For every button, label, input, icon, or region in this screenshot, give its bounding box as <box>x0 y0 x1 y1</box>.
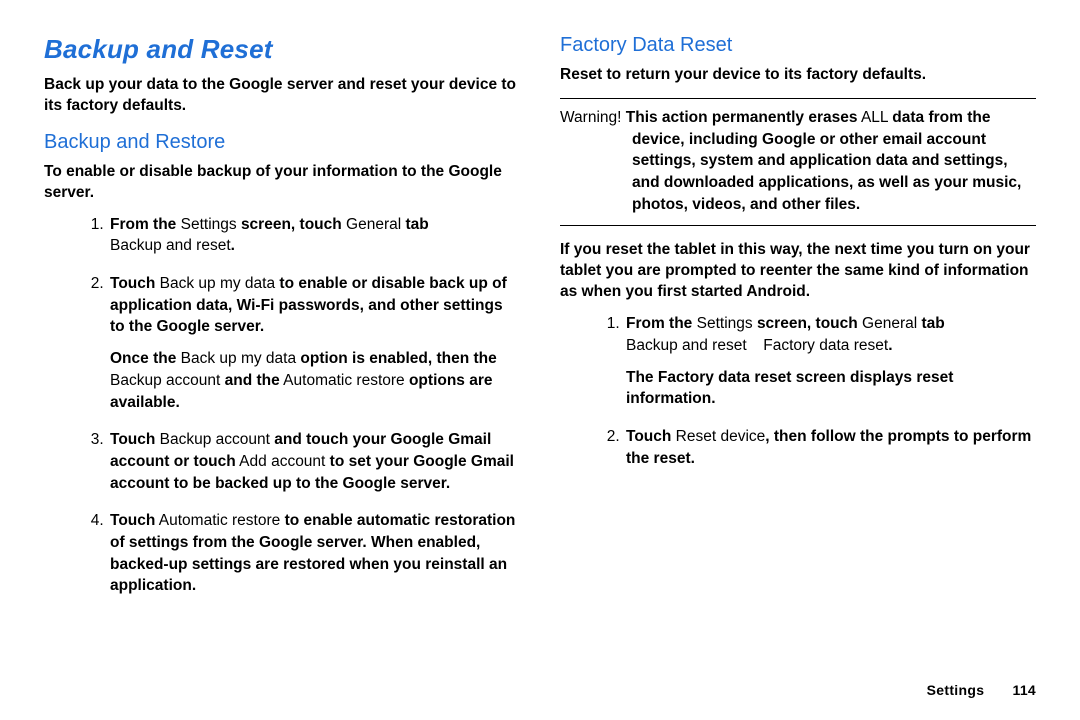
text: Automatic restore <box>280 372 409 389</box>
text: This action permanently erases <box>626 109 858 126</box>
subsection-title-factory-data-reset: Factory Data Reset <box>560 34 1036 57</box>
step-1: From the Settings screen, touch General … <box>108 214 520 257</box>
text: . <box>231 237 235 254</box>
page-number: 114 <box>1013 682 1037 698</box>
text: Backup account <box>155 431 274 448</box>
step-2: Touch Reset device, then follow the prom… <box>624 426 1036 469</box>
subsection-lead: To enable or disable backup of your info… <box>44 162 520 204</box>
text: . <box>888 337 892 354</box>
text: Backup and reset <box>626 337 751 354</box>
step-1-note: The Factory data reset screen displays r… <box>626 367 1036 410</box>
text: From the <box>626 315 692 332</box>
subsection-intro: Reset to return your device to its facto… <box>560 65 1036 86</box>
text: tab <box>405 216 428 233</box>
text: Touch <box>110 512 155 529</box>
two-column-layout: Backup and Reset Back up your data to th… <box>44 28 1036 613</box>
text: ALL <box>858 109 893 126</box>
text: Back up my data <box>176 350 300 367</box>
text: and the <box>225 372 280 389</box>
step-2: Touch Back up my data to enable or disab… <box>108 273 520 413</box>
left-column: Backup and Reset Back up your data to th… <box>44 28 520 613</box>
page-footer: Settings 114 <box>927 682 1036 698</box>
text: Add account <box>236 453 330 470</box>
text: Back up my data <box>155 275 279 292</box>
section-intro: Back up your data to the Google server a… <box>44 75 520 117</box>
backup-restore-steps: From the Settings screen, touch General … <box>44 214 520 597</box>
text: tab <box>921 315 944 332</box>
text: Factory data reset <box>759 337 888 354</box>
warning-label: Warning! <box>560 109 626 126</box>
section-title-backup-and-reset: Backup and Reset <box>44 34 520 65</box>
text: Settings <box>692 315 757 332</box>
text: Touch <box>626 428 671 445</box>
text: Automatic restore <box>155 512 284 529</box>
text: Reset device <box>671 428 765 445</box>
warning-callout: Warning! This action permanently erases … <box>560 98 1036 226</box>
text: Backup account <box>110 372 225 389</box>
manual-page: Backup and Reset Back up your data to th… <box>0 0 1080 720</box>
text: From the <box>110 216 176 233</box>
right-column: Factory Data Reset Reset to return your … <box>560 28 1036 613</box>
factory-reset-steps: From the Settings screen, touch General … <box>560 313 1036 469</box>
step-3: Touch Backup account and touch your Goog… <box>108 429 520 494</box>
step-1: From the Settings screen, touch General … <box>624 313 1036 410</box>
text: screen, touch <box>757 315 858 332</box>
step-4: Touch Automatic restore to enable automa… <box>108 510 520 597</box>
footer-section-label: Settings <box>927 682 985 698</box>
text: Touch <box>110 431 155 448</box>
text: option is enabled, then the <box>300 350 496 367</box>
text: Backup and reset <box>110 237 231 254</box>
step-2-note: Once the Back up my data option is enabl… <box>110 348 520 413</box>
text: Once the <box>110 350 176 367</box>
subsection-title-backup-and-restore: Backup and Restore <box>44 131 520 154</box>
text: General <box>858 315 922 332</box>
text: Touch <box>110 275 155 292</box>
text: General <box>342 216 406 233</box>
post-warning-paragraph: If you reset the tablet in this way, the… <box>560 240 1036 303</box>
text: Settings <box>176 216 241 233</box>
text: screen, touch <box>241 216 342 233</box>
